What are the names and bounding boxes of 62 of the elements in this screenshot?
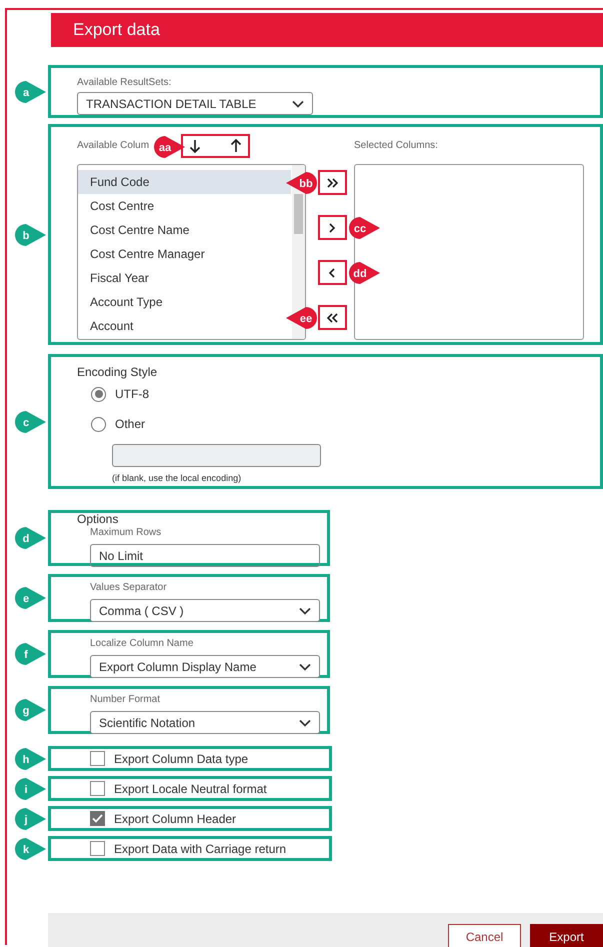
chevron-down-icon	[292, 100, 304, 108]
checkbox-label: Export Column Header	[114, 812, 236, 826]
chevron-down-icon	[299, 606, 311, 614]
arrow-down-icon	[189, 138, 201, 152]
field-label: Selected Columns:	[354, 140, 438, 151]
list-item[interactable]: Cost Centre Name	[78, 218, 291, 242]
callout-marker: dd	[348, 261, 381, 285]
section-title: Encoding Style	[77, 365, 158, 379]
list-item[interactable]: Fund Code	[78, 170, 291, 194]
chevron-down-icon	[299, 718, 311, 726]
checkbox-label: Export Column Data type	[114, 752, 248, 766]
field-label: Number Format	[90, 694, 162, 705]
checkbox-label: Export Data with Carriage return	[114, 842, 286, 856]
field-label: Available ResultSets:	[77, 77, 172, 88]
field-label: Localize Column Name	[90, 638, 194, 649]
double-chevron-left-icon	[326, 312, 339, 324]
arrow-up-button[interactable]	[230, 138, 242, 152]
checkbox-label: Export Locale Neutral format	[114, 782, 267, 796]
field-label: Maximum Rows	[90, 527, 162, 538]
section-title: Options	[77, 513, 120, 525]
list-item[interactable]: Fiscal Year	[78, 266, 291, 290]
double-chevron-right-icon	[326, 176, 339, 188]
radio-button[interactable]	[91, 416, 106, 432]
field-label: Available Colum	[77, 140, 150, 151]
callout-marker: aa	[153, 134, 186, 158]
resultset-dropdown[interactable]: TRANSACTION DETAIL TABLE	[77, 92, 313, 115]
callout-marker: c	[14, 410, 47, 434]
checkbox[interactable]	[90, 751, 105, 766]
callout-marker: d	[14, 526, 47, 550]
dropdown[interactable]: Comma ( CSV )	[90, 599, 320, 622]
callout-marker: b	[14, 222, 47, 246]
checkbox[interactable]	[90, 841, 105, 856]
callout-marker: i	[14, 776, 47, 800]
chevron-down-icon	[299, 662, 311, 670]
callout-marker: f	[14, 642, 47, 666]
radio-label: Other	[115, 417, 146, 431]
field-label: Values Separator	[90, 582, 168, 593]
callout-marker: ee	[285, 306, 318, 330]
list-item[interactable]: Cost Centre Manager	[78, 242, 291, 266]
hint-text: (if blank, use the local encoding)	[112, 473, 242, 483]
scrollbar-thumb[interactable]	[294, 194, 303, 234]
callout-marker: cc	[348, 216, 381, 240]
list-item[interactable]: Cost Centre	[78, 194, 291, 218]
dialog-title: Export data	[51, 13, 603, 47]
dropdown[interactable]: Export Column Display Name	[90, 655, 320, 678]
callout-marker: g	[14, 698, 47, 722]
radio-button[interactable]	[91, 386, 106, 402]
arrow-down-button[interactable]	[189, 138, 201, 152]
checkbox[interactable]	[90, 811, 105, 826]
callout-marker: k	[14, 836, 47, 860]
callout-marker: e	[14, 586, 47, 610]
input-field[interactable]: No Limit	[90, 544, 320, 567]
cancel-button[interactable]: Cancel	[448, 924, 521, 947]
checkbox[interactable]	[90, 781, 105, 796]
radio-label: UTF-8	[115, 387, 149, 401]
export-button[interactable]: Export	[530, 924, 603, 947]
arrow-up-icon	[230, 138, 242, 152]
callout-marker: bb	[285, 171, 318, 195]
callout-marker: j	[14, 806, 47, 830]
callout-marker: a	[14, 80, 47, 104]
dropdown[interactable]: Scientific Notation	[90, 711, 320, 734]
callout-marker: h	[14, 746, 47, 770]
